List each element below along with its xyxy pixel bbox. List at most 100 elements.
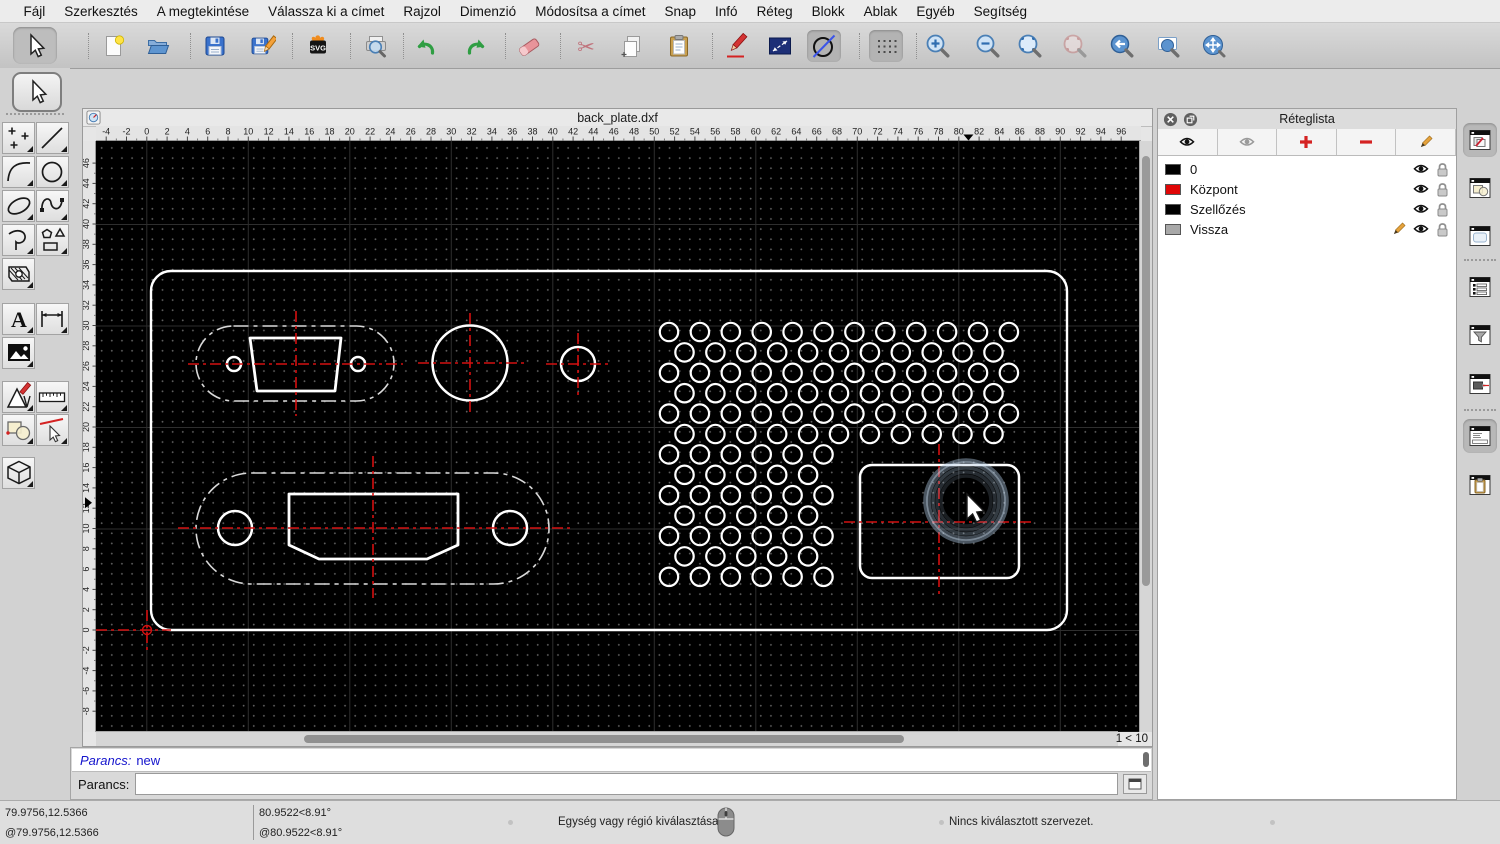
library-browser-dock[interactable] <box>1463 219 1497 253</box>
grid-icon[interactable] <box>869 30 903 62</box>
polyline-tool[interactable] <box>2 224 35 256</box>
relative-coordinates: @79.9756,12.5366 <box>5 827 99 839</box>
horizontal-scrollbar-thumb[interactable] <box>304 735 904 743</box>
vertical-scrollbar[interactable] <box>1139 141 1152 732</box>
select-tool-button[interactable] <box>13 27 57 64</box>
float-panel-icon[interactable] <box>1183 112 1198 127</box>
circle-line-icon[interactable] <box>807 30 841 62</box>
cube-3d-tool[interactable] <box>2 457 35 489</box>
svg-export-icon[interactable]: SVG <box>301 30 335 62</box>
clipboard-dock[interactable] <box>1463 468 1497 502</box>
layer-visibility-eye-icon[interactable] <box>1413 203 1429 215</box>
arc-tool[interactable] <box>2 156 35 188</box>
copy-icon[interactable] <box>615 30 649 62</box>
eraser-icon[interactable] <box>512 30 546 62</box>
zoom-in-icon[interactable] <box>921 30 955 62</box>
svg-text:30: 30 <box>446 127 456 137</box>
image-tool[interactable] <box>2 337 35 369</box>
layer-list-dock[interactable] <box>1463 123 1497 157</box>
layer-lock-icon[interactable] <box>1436 202 1449 217</box>
command-options-button[interactable] <box>1123 774 1147 794</box>
svg-text:14: 14 <box>284 127 294 137</box>
submenu-corner-icon <box>27 248 33 254</box>
layer-visibility-eye-icon[interactable] <box>1413 183 1429 195</box>
save-as-icon[interactable] <box>246 30 280 62</box>
lights-dock[interactable] <box>1463 367 1497 401</box>
svg-text:32: 32 <box>467 127 477 137</box>
layer-row[interactable]: Szellőzés <box>1158 199 1456 219</box>
cut-icon[interactable]: ✂ <box>569 30 603 62</box>
menu-dimenzi-[interactable]: Dimenzió <box>450 4 525 19</box>
measure-ruler-tool[interactable] <box>35 381 69 413</box>
palette-select-button[interactable] <box>12 72 62 112</box>
svg-text:58: 58 <box>730 127 740 137</box>
menu-snap[interactable]: Snap <box>655 4 706 19</box>
menu-ablak[interactable]: Ablak <box>854 4 907 19</box>
polygon-tool[interactable] <box>35 224 69 256</box>
layer-color-swatch <box>1165 183 1181 195</box>
zoom-window-icon[interactable] <box>1151 30 1185 62</box>
menu-f-jl[interactable]: Fájl <box>14 4 55 19</box>
layer-row[interactable]: Vissza <box>1158 219 1456 239</box>
menu-rajzol[interactable]: Rajzol <box>394 4 451 19</box>
misc-tools[interactable] <box>2 381 35 413</box>
current-layer-pencil-icon <box>1391 221 1406 237</box>
zoom-out-icon[interactable] <box>971 30 1005 62</box>
open-file-icon[interactable] <box>141 30 175 62</box>
save-icon[interactable] <box>198 30 232 62</box>
points-tool[interactable] <box>2 122 35 154</box>
command-input[interactable] <box>135 773 1118 795</box>
menu-blokk[interactable]: Blokk <box>802 4 854 19</box>
paste-icon[interactable] <box>662 30 696 62</box>
pan-icon[interactable] <box>1197 30 1231 62</box>
line-tool[interactable] <box>35 122 69 154</box>
trim-tool[interactable] <box>35 414 69 446</box>
undo-icon[interactable] <box>408 30 442 62</box>
dimension-tool[interactable] <box>35 303 69 335</box>
menu-inf-[interactable]: Infó <box>706 4 748 19</box>
submenu-corner-icon <box>27 180 33 186</box>
edit-layer-icon[interactable] <box>1396 129 1456 155</box>
add-layer-icon[interactable] <box>1277 129 1337 155</box>
horizontal-scrollbar[interactable] <box>96 731 1118 746</box>
zoom-previous-icon[interactable] <box>1105 30 1139 62</box>
layer-lock-icon[interactable] <box>1436 222 1449 237</box>
layer-lock-icon[interactable] <box>1436 162 1449 177</box>
layer-lock-icon[interactable] <box>1436 182 1449 197</box>
close-icon[interactable] <box>1163 112 1178 127</box>
command-widget-dock[interactable] <box>1463 419 1497 453</box>
hide-all-eye-icon[interactable] <box>1217 129 1278 155</box>
menu-seg-ts-g[interactable]: Segítség <box>964 4 1036 19</box>
menu-a-megtekint-se[interactable]: A megtekintése <box>147 4 258 19</box>
zoom-extents-icon[interactable] <box>1013 30 1047 62</box>
modify-tool[interactable] <box>2 414 35 446</box>
menu-egy-b[interactable]: Egyéb <box>907 4 964 19</box>
text-tool[interactable]: A <box>2 303 35 335</box>
circle-tool[interactable] <box>35 156 69 188</box>
menu-szerkeszt-s[interactable]: Szerkesztés <box>55 4 148 19</box>
dimension-icon[interactable] <box>763 30 797 62</box>
new-document-icon[interactable] <box>97 30 131 62</box>
menu-r-teg[interactable]: Réteg <box>747 4 802 19</box>
show-all-eye-icon[interactable] <box>1158 129 1218 155</box>
layer-row[interactable]: 0 <box>1158 159 1456 179</box>
filter-dock[interactable] <box>1463 318 1497 352</box>
redo-icon[interactable] <box>460 30 494 62</box>
menu-m-dos-tsa-a-c-met[interactable]: Módosítsa a címet <box>526 4 655 19</box>
vertical-scrollbar-thumb[interactable] <box>1142 156 1150 586</box>
layer-panel-toolbar <box>1158 129 1456 156</box>
ellipse-tool[interactable] <box>2 190 35 222</box>
block-list-dock[interactable] <box>1463 171 1497 205</box>
spline-tool[interactable] <box>35 190 69 222</box>
print-preview-icon[interactable] <box>359 30 393 62</box>
layer-row[interactable]: Központ <box>1158 179 1456 199</box>
drawing-canvas[interactable] <box>96 141 1141 732</box>
draw-pencil-icon[interactable] <box>720 30 754 62</box>
layer-visibility-eye-icon[interactable] <box>1413 163 1429 175</box>
command-history-scrollbar[interactable] <box>1143 752 1149 767</box>
layer-visibility-eye-icon[interactable] <box>1413 223 1429 235</box>
menu-v-lassza-ki-a-c-met[interactable]: Válassza ki a címet <box>259 4 394 19</box>
hatch-tool[interactable] <box>2 258 35 290</box>
remove-layer-icon[interactable] <box>1336 129 1397 155</box>
entity-list-dock[interactable] <box>1463 270 1497 304</box>
